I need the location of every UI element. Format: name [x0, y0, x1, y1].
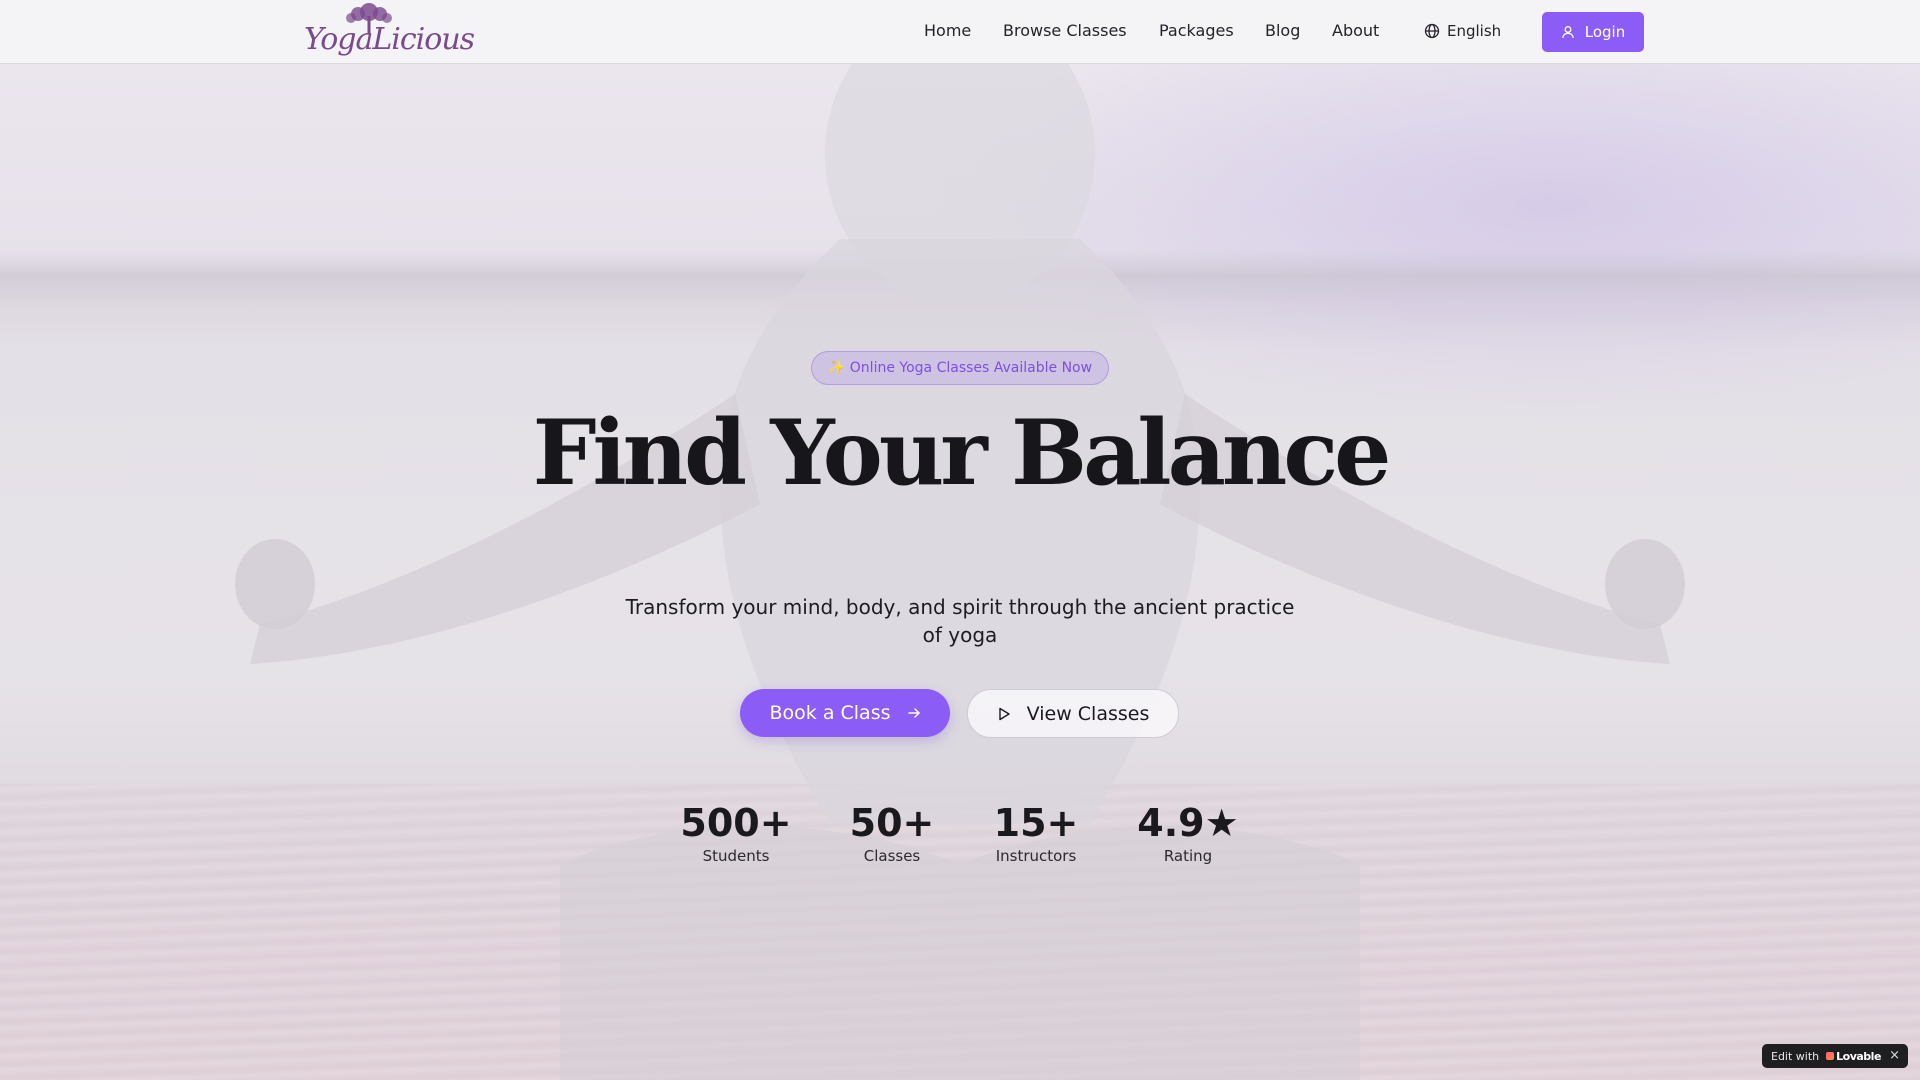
hero-headline: Find Your Balance: [532, 400, 1392, 506]
view-classes-label: View Classes: [1026, 702, 1150, 725]
lovable-brand-label: Lovable: [1836, 1049, 1881, 1063]
login-label: Login: [1584, 23, 1626, 41]
availability-badge: ✨ Online Yoga Classes Available Now: [811, 351, 1109, 385]
stat-instructors: 15+ Instructors: [986, 799, 1086, 865]
user-icon: [1561, 26, 1574, 39]
language-label: English: [1447, 22, 1502, 40]
book-class-label: Book a Class: [769, 702, 891, 724]
stat-label: Instructors: [995, 847, 1077, 865]
stat-value: 4.9★: [1137, 801, 1239, 845]
book-class-button[interactable]: Book a Class: [740, 689, 950, 737]
login-button[interactable]: Login: [1542, 12, 1644, 52]
site-logo[interactable]: YogaLicious: [304, 0, 475, 62]
nav-browse-classes[interactable]: Browse Classes: [1003, 21, 1127, 40]
nav-about[interactable]: About: [1332, 21, 1379, 40]
stat-label: Classes: [863, 847, 921, 865]
lovable-heart-icon: [1826, 1052, 1835, 1060]
stat-label: Rating: [1163, 847, 1213, 865]
stat-value: 50+: [849, 801, 935, 845]
arrow-right-icon: [907, 708, 920, 718]
lovable-brand: Lovable: [1826, 1050, 1881, 1063]
stat-rating: 4.9★ Rating: [1133, 799, 1243, 865]
play-icon: [998, 707, 1010, 720]
stat-value: 15+: [993, 801, 1079, 845]
stat-classes: 50+ Classes: [842, 799, 942, 865]
nav-home[interactable]: Home: [924, 21, 971, 40]
language-selector[interactable]: English: [1424, 22, 1501, 40]
hero-section: ✨ Online Yoga Classes Available Now Find…: [0, 64, 1920, 1080]
nav-packages[interactable]: Packages: [1159, 21, 1234, 40]
nav-blog[interactable]: Blog: [1265, 21, 1300, 40]
edit-with-lovable-badge[interactable]: Edit with Lovable ×: [1762, 1044, 1908, 1068]
stat-value: 500+: [680, 801, 792, 845]
hero-subtitle: Transform your mind, body, and spirit th…: [625, 595, 1295, 647]
logo-text: YogaLicious: [304, 22, 475, 57]
view-classes-button[interactable]: View Classes: [967, 689, 1179, 738]
globe-icon: [1424, 23, 1440, 39]
close-icon[interactable]: ×: [1889, 1048, 1900, 1063]
site-header: YogaLicious Home Browse Classes Packages…: [0, 0, 1920, 64]
stat-students: 500+ Students: [676, 799, 796, 865]
stat-label: Students: [702, 847, 770, 865]
lovable-prefix: Edit with: [1771, 1049, 1820, 1063]
